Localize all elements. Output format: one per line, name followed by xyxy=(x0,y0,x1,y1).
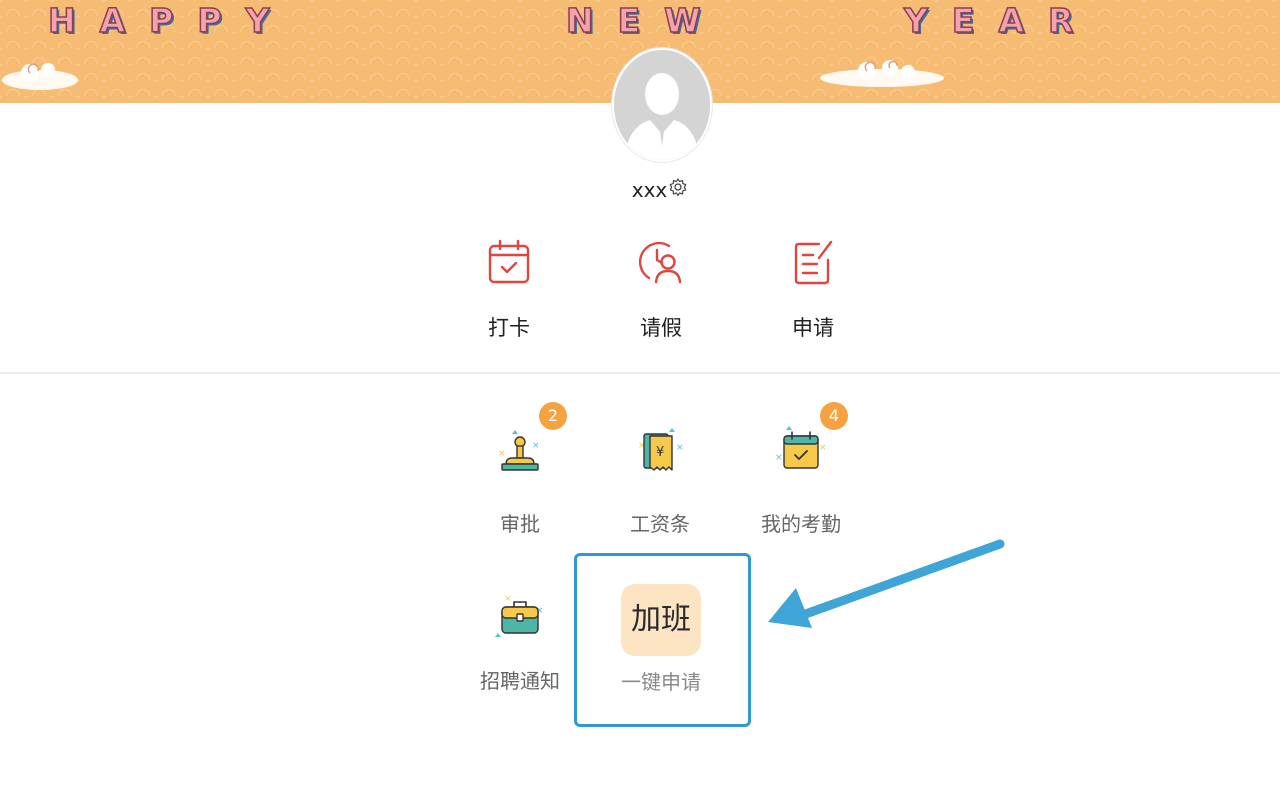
svg-text:×: × xyxy=(819,443,827,453)
quick-action-leave[interactable]: 请假 xyxy=(616,238,706,342)
banner-word-year: YEAR xyxy=(903,1,1098,40)
grid-item-my-attendance[interactable]: × × 我的考勤 xyxy=(746,424,856,537)
grid-item-approval[interactable]: × × 审批 xyxy=(465,424,575,537)
section-divider xyxy=(0,372,1280,374)
annotation-arrow-icon xyxy=(768,539,1005,628)
grid-item-payslip[interactable]: × × ¥ 工资条 xyxy=(605,424,715,537)
banner-word-happy: HAPPY xyxy=(47,1,294,40)
banner-word-new: NEW xyxy=(565,1,725,40)
overtime-tile[interactable]: 加班 xyxy=(621,584,701,656)
svg-text:×: × xyxy=(504,594,512,604)
cloud-left-decoration xyxy=(2,63,78,90)
approval-count-badge: 2 xyxy=(539,402,567,430)
grid-item-label: 工资条 xyxy=(630,512,690,536)
overtime-subtitle: 一键申请 xyxy=(621,670,701,694)
quick-action-apply[interactable]: 申请 xyxy=(768,238,858,342)
payslip-icon: × × ¥ xyxy=(638,428,684,471)
person-clock-icon xyxy=(639,241,682,284)
cloud-right-decoration xyxy=(820,60,944,87)
user-name: xxx xyxy=(631,178,668,202)
grid-item-label: 审批 xyxy=(500,512,540,536)
svg-text:×: × xyxy=(775,453,783,463)
quick-action-label: 申请 xyxy=(792,316,834,340)
quick-action-label: 打卡 xyxy=(488,316,530,340)
quick-action-clock-in[interactable]: 打卡 xyxy=(464,238,554,342)
default-person-icon xyxy=(614,50,710,160)
grid-item-recruitment-notice[interactable]: × × 招聘通知 xyxy=(465,591,575,694)
svg-text:×: × xyxy=(676,443,684,453)
briefcase-icon: × × xyxy=(495,594,544,637)
attendance-count-badge: 4 xyxy=(820,402,848,430)
svg-text:¥: ¥ xyxy=(656,445,664,460)
settings-gear-icon[interactable] xyxy=(668,177,688,197)
calendar-check-color-icon: × × xyxy=(775,426,827,469)
banner-greeting: HAPPY NEW YEAR xyxy=(0,1,1280,40)
grid-item-label: 我的考勤 xyxy=(761,512,841,536)
stamp-icon: × × xyxy=(498,430,540,471)
profile-name-row: xxx xyxy=(600,176,720,204)
calendar-check-icon xyxy=(488,239,530,284)
svg-text:×: × xyxy=(498,449,506,459)
svg-text:×: × xyxy=(532,441,540,451)
user-avatar[interactable] xyxy=(612,48,712,162)
document-edit-icon xyxy=(794,240,833,285)
grid-item-label: 招聘通知 xyxy=(480,669,560,693)
quick-action-label: 请假 xyxy=(640,316,682,340)
